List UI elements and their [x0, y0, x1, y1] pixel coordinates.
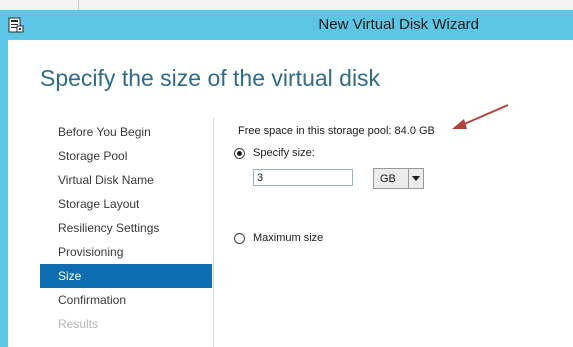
window-title: New Virtual Disk Wizard: [318, 16, 479, 33]
screenshot: New Virtual Disk Wizard Specify the size…: [0, 0, 573, 347]
nav-item-resiliency-settings[interactable]: Resiliency Settings: [40, 216, 212, 240]
nav-divider: [213, 118, 214, 347]
wizard-steps-nav: Before You Begin Storage Pool Virtual Di…: [40, 120, 212, 336]
unit-value: GB: [380, 172, 396, 185]
nav-item-size[interactable]: Size: [40, 264, 212, 288]
nav-item-storage-layout[interactable]: Storage Layout: [40, 192, 212, 216]
specify-size-radio[interactable]: [234, 147, 245, 159]
server-manager-icon[interactable]: [7, 16, 25, 34]
maximum-size-radio[interactable]: [234, 232, 245, 244]
wizard-window: New Virtual Disk Wizard Specify the size…: [0, 10, 573, 347]
nav-item-confirmation[interactable]: Confirmation: [40, 288, 212, 312]
nav-item-results: Results: [58, 317, 99, 331]
page-title: Specify the size of the virtual disk: [40, 65, 381, 91]
unit-dropdown[interactable]: GB: [373, 168, 424, 189]
nav-item-before-you-begin[interactable]: Before You Begin: [40, 120, 212, 144]
title-bar[interactable]: New Virtual Disk Wizard: [0, 10, 573, 40]
nav-item-storage-pool[interactable]: Storage Pool: [40, 144, 212, 168]
wizard-content: Specify the size of the virtual disk Bef…: [8, 40, 573, 347]
nav-item-virtual-disk-name[interactable]: Virtual Disk Name: [40, 168, 212, 192]
background-window-strip: [0, 0, 573, 10]
nav-item-provisioning[interactable]: Provisioning: [40, 240, 212, 264]
free-space-label: Free space in this storage pool: 84.0 GB: [238, 125, 435, 137]
chevron-down-icon[interactable]: [408, 169, 423, 188]
background-divider: [78, 0, 79, 10]
maximum-size-option[interactable]: Maximum size: [234, 232, 323, 244]
maximum-size-label: Maximum size: [253, 232, 324, 244]
annotation-arrow-icon: [452, 104, 509, 129]
size-input[interactable]: [253, 169, 353, 186]
specify-size-label: Specify size:: [253, 147, 315, 159]
specify-size-option[interactable]: Specify size:: [234, 147, 315, 159]
